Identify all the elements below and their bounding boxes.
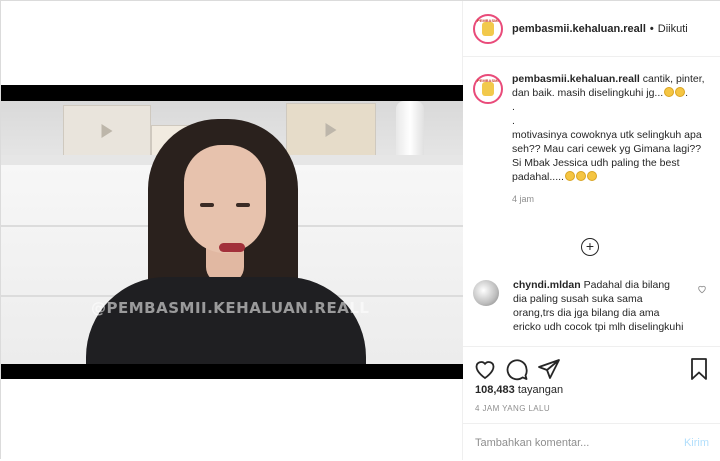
follow-status[interactable]: Diikuti <box>658 23 688 35</box>
caption-time[interactable]: 4 jam <box>512 192 708 206</box>
comment-item: chyndi.mldan Padahal dia bilang dia pali… <box>473 278 713 334</box>
caption-avatar[interactable]: PEMBASMI <box>473 74 503 104</box>
author-username[interactable]: pembasmii.kehaluan.reall <box>512 23 646 35</box>
comment-input[interactable] <box>475 436 684 449</box>
post-comment-button[interactable]: Kirim <box>684 437 709 449</box>
view-count[interactable]: 108,483 tayangan <box>475 384 563 396</box>
paper-plane-icon[interactable] <box>537 357 561 381</box>
post-panel: PEMBASMI pembasmii.kehaluan.reall • Diik… <box>463 1 720 460</box>
heart-icon[interactable] <box>697 284 707 334</box>
sad-emoji <box>664 87 675 97</box>
heart-icon[interactable] <box>473 357 497 381</box>
comment-body: chyndi.mldan Padahal dia bilang dia pali… <box>513 278 685 334</box>
plus-circle-icon[interactable]: + <box>581 238 599 256</box>
person-speaking <box>86 119 366 364</box>
instagram-post-window: @PEMBASMII.KEHALUAN.REALL PEMBASMI pemba… <box>0 0 720 460</box>
author-avatar[interactable]: PEMBASMI <box>473 13 503 44</box>
action-icons <box>473 357 711 381</box>
header-separator: • <box>649 22 654 35</box>
post-timestamp[interactable]: 4 JAM YANG LALU <box>475 404 550 413</box>
caption-dot: . <box>512 101 515 113</box>
caption-dot: . <box>512 115 515 127</box>
frown-emoji <box>586 171 597 181</box>
actions-section: 108,483 tayangan 4 JAM YANG LALU Kirim <box>463 346 720 460</box>
bookmark-icon[interactable] <box>687 357 711 381</box>
commenter-username[interactable]: chyndi.mldan <box>513 279 581 291</box>
caption-username[interactable]: pembasmii.kehaluan.reall <box>512 73 640 85</box>
caption-text-line2: motivasinya cowoknya utk selingkuh apa s… <box>512 129 702 183</box>
video-watermark: @PEMBASMII.KEHALUAN.REALL <box>91 299 370 317</box>
frown-emoji <box>564 171 575 181</box>
caption-comment: PEMBASMI pembasmii.kehaluan.reall cantik… <box>473 72 713 206</box>
add-comment-bar: Kirim <box>463 423 720 461</box>
comments-section: PEMBASMI pembasmii.kehaluan.reall cantik… <box>463 58 720 346</box>
frown-emoji <box>575 171 586 181</box>
media-area: @PEMBASMII.KEHALUAN.REALL <box>1 1 463 460</box>
sad-emoji <box>675 87 686 97</box>
commenter-avatar[interactable] <box>473 280 499 306</box>
vase <box>396 101 424 161</box>
post-header: PEMBASMI pembasmii.kehaluan.reall • Diik… <box>463 1 720 57</box>
video-player[interactable]: @PEMBASMII.KEHALUAN.REALL <box>1 85 463 379</box>
caption-body: pembasmii.kehaluan.reall cantik, pinter,… <box>512 72 708 206</box>
comment-icon[interactable] <box>505 357 529 381</box>
video-frame: @PEMBASMII.KEHALUAN.REALL <box>1 101 463 364</box>
